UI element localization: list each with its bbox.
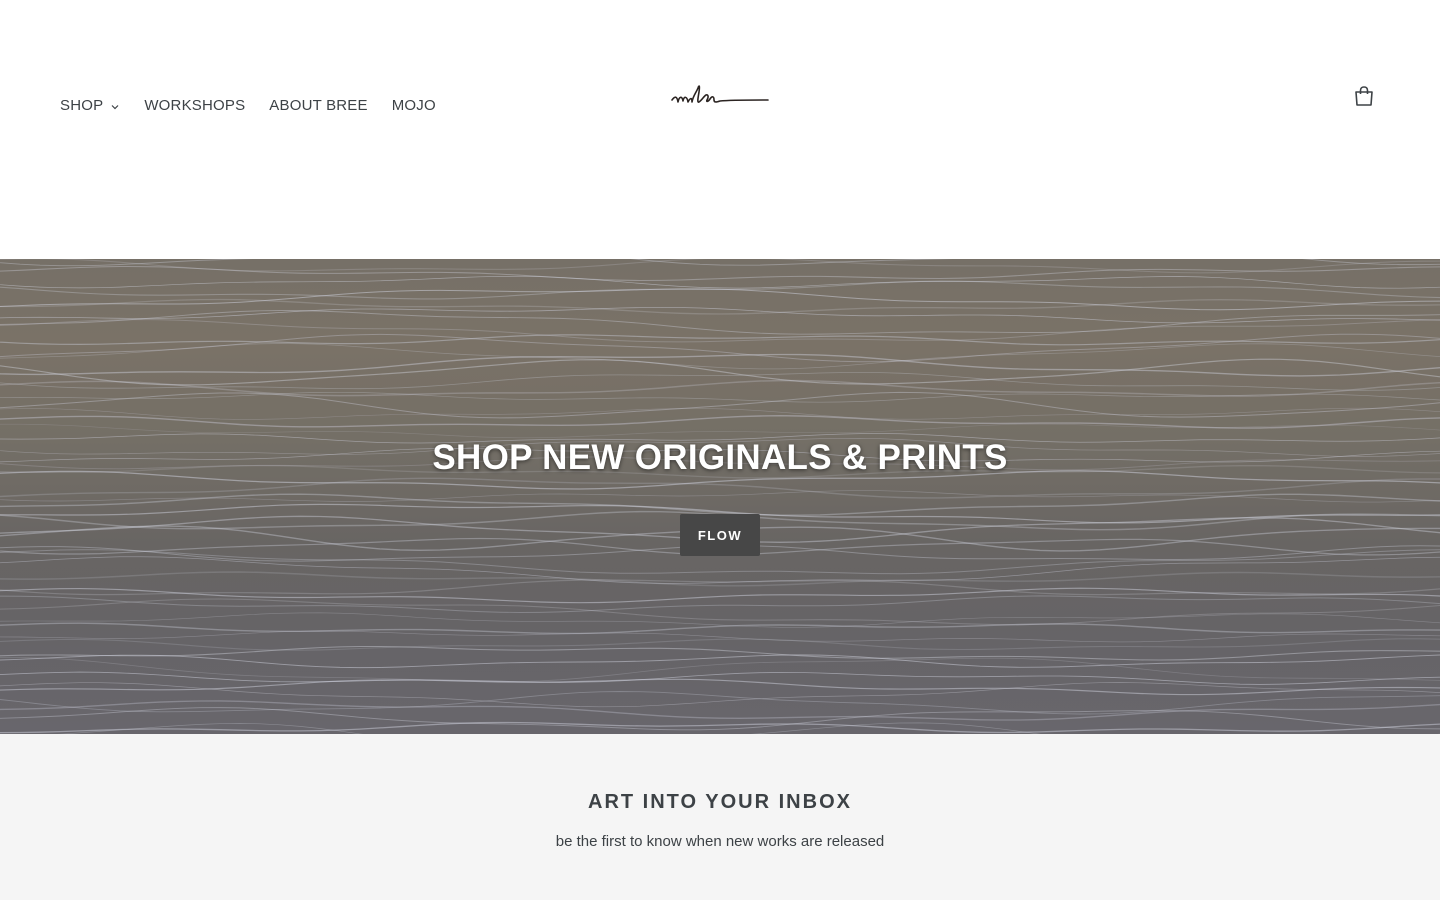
newsletter-title: ART INTO YOUR INBOX	[588, 791, 852, 813]
main-nav: SHOP WORKSHOPS ABOUT BREE MOJO	[60, 96, 460, 116]
site-header: SHOP WORKSHOPS ABOUT BREE MOJO	[0, 0, 1440, 259]
nav-item-shop-label: SHOP	[60, 97, 104, 114]
nav-item-workshops[interactable]: WORKSHOPS	[144, 96, 245, 116]
hero-overlay	[0, 259, 1440, 734]
hero-title: SHOP NEW ORIGINALS & PRINTS	[432, 438, 1008, 477]
nav-item-mojo[interactable]: MOJO	[392, 96, 436, 116]
flow-button[interactable]: FLOW	[680, 514, 760, 556]
nav-item-shop[interactable]: SHOP	[60, 96, 120, 116]
signature-logo[interactable]	[670, 80, 770, 112]
newsletter-subtitle: be the first to know when new works are …	[555, 833, 885, 850]
hero-banner: SHOP NEW ORIGINALS & PRINTS FLOW	[0, 259, 1440, 734]
shopping-bag-icon[interactable]	[1353, 85, 1375, 107]
chevron-down-icon	[111, 105, 119, 110]
nav-item-about-bree[interactable]: ABOUT BREE	[269, 96, 367, 116]
newsletter-section: ART INTO YOUR INBOX be the first to know…	[0, 734, 1440, 900]
